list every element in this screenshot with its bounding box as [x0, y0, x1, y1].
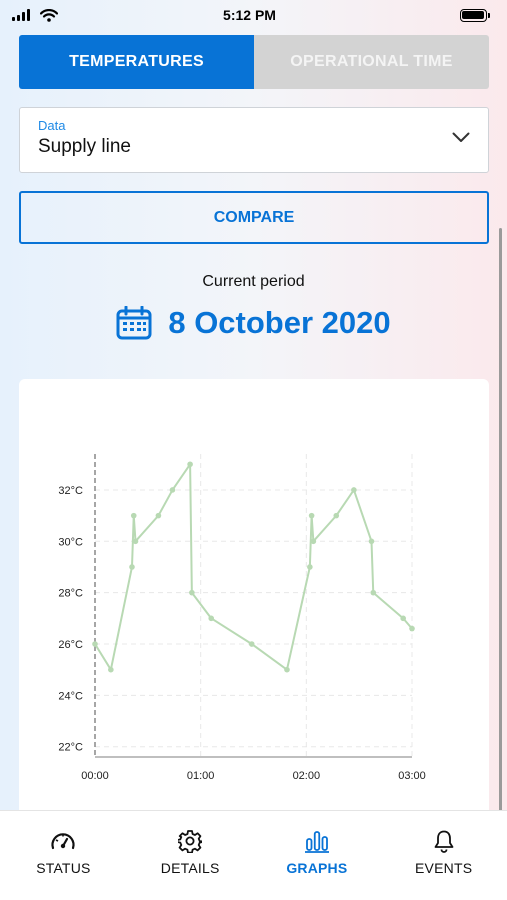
data-point [284, 666, 290, 673]
nav-details-label: DETAILS [160, 860, 220, 876]
battery-icon [459, 8, 490, 22]
nav-status-label: STATUS [36, 860, 91, 876]
bottom-navigation: STATUS DETAILS GRAPHS EVENTS [0, 810, 507, 900]
nav-events-label: EVENTS [415, 860, 473, 876]
data-point [400, 615, 406, 622]
y-tick-label: 32°C [58, 485, 83, 497]
x-tick-label: 01:00 [187, 770, 215, 782]
data-point [130, 512, 137, 519]
period-label: Current period [202, 273, 305, 290]
chart-card: 22°C 24°C 26°C 28°C 30°C 32°C 00:00 01:00 02:00 0… [19, 379, 489, 819]
status-time: 5:12 PM [223, 7, 276, 23]
data-point [155, 512, 162, 519]
data-point [310, 538, 317, 545]
data-point [370, 589, 377, 596]
period-date: 8 October 2020 [168, 305, 391, 340]
data-select-label: Data [38, 118, 66, 133]
chevron-down-icon [452, 132, 470, 142]
x-tick-label: 03:00 [398, 770, 426, 782]
data-point [129, 564, 135, 570]
data-point [308, 512, 315, 519]
nav-status[interactable]: STATUS [0, 811, 127, 900]
tab-bar: TEMPERATURES OPERATIONAL TIME [19, 35, 489, 89]
x-tick-label: 00:00 [81, 770, 109, 782]
data-point [189, 589, 195, 596]
data-point [187, 461, 193, 468]
calendar-icon [116, 306, 152, 340]
gauge-icon [51, 833, 75, 850]
wifi-icon [40, 8, 58, 22]
nav-graphs[interactable]: GRAPHS [254, 811, 381, 900]
y-tick-label: 22°C [58, 742, 83, 754]
data-point [409, 625, 415, 632]
data-point [132, 538, 139, 545]
y-tick-label: 26°C [58, 639, 83, 651]
y-tick-label: 24°C [58, 690, 83, 702]
data-point [92, 641, 98, 647]
cellular-signal-icon [12, 9, 30, 21]
data-point [248, 641, 255, 647]
data-point [368, 538, 375, 545]
status-bar: 5:12 PM [0, 0, 507, 30]
tab-temperatures[interactable]: TEMPERATURES [19, 35, 254, 89]
data-select[interactable]: Data Supply line [19, 107, 489, 173]
nav-graphs-label: GRAPHS [286, 860, 348, 876]
series-line [94, 463, 413, 671]
data-point [108, 666, 114, 673]
scrollbar[interactable] [499, 228, 502, 852]
tab-operational-time[interactable]: OPERATIONAL TIME [254, 35, 489, 89]
gear-icon [178, 830, 203, 853]
data-point [351, 487, 357, 493]
data-point [169, 487, 176, 493]
temperature-chart[interactable]: 22°C 24°C 26°C 28°C 30°C 32°C 00:00 01:00 02:00 0… [19, 379, 489, 819]
compare-button[interactable]: COMPARE [19, 191, 489, 244]
period-date-row[interactable]: 8 October 2020 [0, 305, 507, 341]
data-point [208, 615, 215, 622]
nav-details[interactable]: DETAILS [127, 811, 254, 900]
bell-icon [434, 830, 454, 853]
data-point [333, 512, 340, 519]
nav-events[interactable]: EVENTS [380, 811, 507, 900]
y-tick-label: 28°C [58, 588, 83, 600]
y-tick-label: 30°C [58, 536, 83, 548]
bar-chart-icon [304, 831, 329, 853]
data-point [307, 564, 313, 570]
x-tick-label: 02:00 [293, 770, 321, 782]
data-select-value: Supply line [38, 136, 131, 157]
